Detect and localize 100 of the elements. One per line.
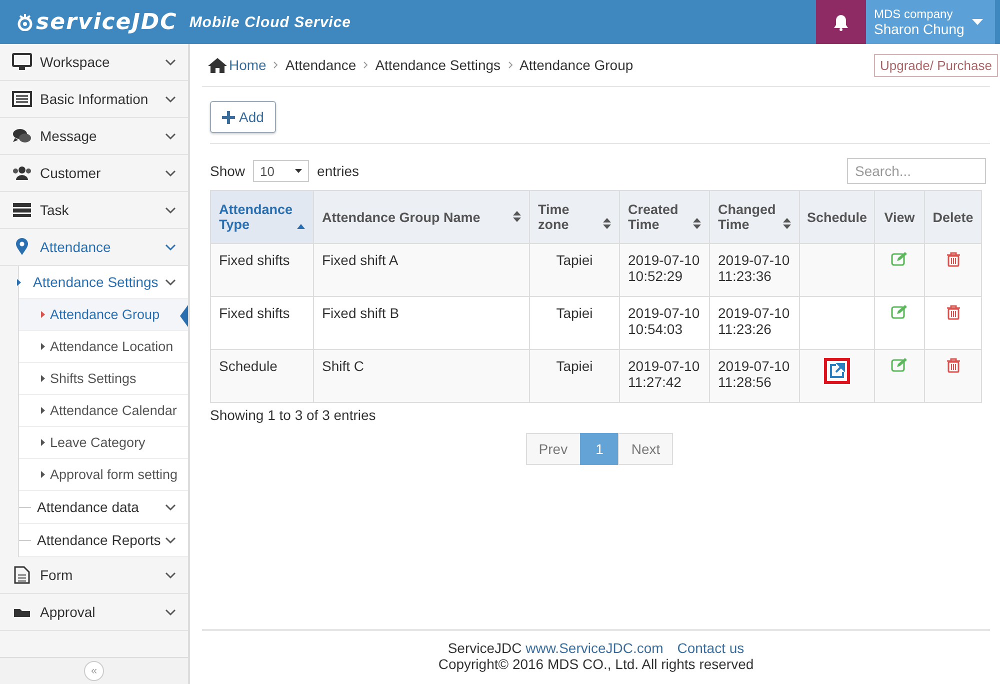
people-icon <box>12 165 32 181</box>
chevron-down-icon <box>165 170 176 176</box>
breadcrumb-item[interactable]: Attendance <box>285 57 356 73</box>
breadcrumb-separator-icon <box>363 61 368 69</box>
trash-icon <box>946 305 960 320</box>
active-pointer-icon <box>180 305 188 327</box>
edit-icon <box>891 252 908 266</box>
column-header[interactable]: Attendance Type <box>210 190 314 244</box>
table-cell: Shift C <box>314 350 530 402</box>
triangle-right-icon <box>41 407 45 414</box>
breadcrumb-link[interactable]: Home <box>208 57 266 73</box>
table-cell: 2019-07-10 11:28:56 <box>710 350 800 402</box>
submenu-item[interactable]: Attendance data <box>19 491 188 524</box>
swirl-icon <box>16 13 34 31</box>
triangle-right-icon <box>41 471 45 478</box>
column-header[interactable]: Attendance Group Name <box>314 190 530 244</box>
submenu-item[interactable]: Leave Category <box>19 427 188 459</box>
sidebar-item[interactable]: Basic Information <box>0 81 188 118</box>
caret-icon <box>295 169 302 173</box>
edit-icon <box>891 358 908 372</box>
breadcrumb-separator-icon <box>508 61 513 69</box>
edit-icon <box>891 305 908 319</box>
search-field[interactable]: Search... <box>847 158 986 184</box>
column-header[interactable]: Time zone <box>530 190 620 244</box>
table-cell: Schedule <box>210 350 314 402</box>
sidebar-item[interactable]: Customer <box>0 155 188 192</box>
edit-button[interactable] <box>891 358 908 375</box>
chevron-down-icon <box>165 536 176 544</box>
submenu-item[interactable]: Attendance Calendar <box>19 395 188 427</box>
submenu-item[interactable]: Approval form setting <box>19 459 188 491</box>
tasks-icon <box>12 202 32 218</box>
column-header: Delete <box>924 190 982 244</box>
home-icon <box>208 58 227 72</box>
chevron-down-icon <box>165 132 176 140</box>
sort-icon[interactable] <box>783 218 791 229</box>
document-icon <box>14 566 30 584</box>
logo[interactable]: serviceJDC <box>16 10 178 34</box>
table-cell: 2019-07-10 11:27:42 <box>620 350 710 402</box>
map-pin-icon <box>15 238 29 256</box>
triangle-right-icon <box>41 311 45 318</box>
sidebar-item[interactable]: Form <box>0 557 188 594</box>
breadcrumb-item[interactable]: Attendance Settings <box>375 57 501 73</box>
folder-icon <box>13 607 31 617</box>
sort-icon[interactable] <box>693 218 701 229</box>
trash-icon <box>946 252 960 267</box>
delete-button[interactable] <box>946 305 960 323</box>
breadcrumb-separator-icon <box>273 61 278 69</box>
triangle-right-icon <box>17 278 21 286</box>
submenu-item[interactable]: Attendance Location <box>19 331 188 363</box>
sort-icon[interactable] <box>603 218 611 229</box>
sort-icon[interactable] <box>513 210 521 222</box>
chevron-down-icon <box>165 96 176 102</box>
plus-icon <box>222 110 235 124</box>
chevron-down-icon <box>165 278 176 286</box>
website-link[interactable]: www.ServiceJDC.com <box>526 640 664 656</box>
upgrade-button[interactable]: Upgrade/ Purchase <box>874 54 998 76</box>
open-schedule-button[interactable] <box>824 358 850 384</box>
notifications-button[interactable] <box>816 0 866 44</box>
copyright-text: Copyright© 2016 MDS CO., Ltd. All rights reserved <box>437 656 755 672</box>
chevron-down-icon <box>165 504 176 510</box>
table-cell: Tapiei <box>530 244 620 296</box>
entries-label: entries <box>317 163 360 179</box>
external-link-icon <box>829 363 845 379</box>
submenu-item[interactable]: Attendance Reports <box>19 524 188 557</box>
add-button[interactable]: Add <box>210 101 276 133</box>
sidebar-item[interactable]: Message <box>0 118 188 155</box>
triangle-right-icon <box>41 375 45 382</box>
triangle-right-icon <box>41 343 45 350</box>
column-header[interactable]: Created Time <box>620 190 710 244</box>
delete-button[interactable] <box>946 358 960 376</box>
sidebar-item[interactable]: Workspace <box>0 44 188 81</box>
entries-dropdown[interactable]: 10 <box>253 160 310 182</box>
table-cell: Tapiei <box>530 350 620 402</box>
chevron-down-icon <box>165 58 176 66</box>
chevron-down-icon <box>165 206 176 214</box>
column-header[interactable]: Changed Time <box>710 190 800 244</box>
table-cell: 2019-07-10 10:52:29 <box>620 244 710 296</box>
delete-button[interactable] <box>946 252 960 270</box>
table-cell: Fixed shifts <box>210 244 314 296</box>
edit-button[interactable] <box>891 305 908 322</box>
entries-info: Showing 1 to 3 of 3 entries <box>210 407 377 423</box>
monitor-icon <box>12 53 32 71</box>
contact-link[interactable]: Contact us <box>677 640 744 656</box>
chevron-down-icon <box>165 244 176 250</box>
breadcrumb-item: Attendance Group <box>520 57 634 73</box>
pagination-button[interactable]: Next <box>618 433 674 465</box>
table-cell: 2019-07-10 11:23:36 <box>710 244 800 296</box>
sidebar-item[interactable]: Task <box>0 192 188 229</box>
tagline: Mobile Cloud Service <box>189 14 352 30</box>
sort-ascending-icon[interactable] <box>297 224 305 229</box>
chat-icon <box>12 128 32 144</box>
pagination-button[interactable]: Prev <box>526 433 581 465</box>
chevron-down-icon <box>165 572 176 578</box>
column-header: View <box>874 190 924 244</box>
sidebar-item[interactable]: Approval <box>0 594 188 631</box>
list-icon <box>12 91 32 107</box>
caret-icon <box>972 19 984 25</box>
submenu-item[interactable]: Attendance Group <box>19 299 188 331</box>
submenu-item[interactable]: Shifts Settings <box>19 363 188 395</box>
edit-button[interactable] <box>891 252 908 269</box>
